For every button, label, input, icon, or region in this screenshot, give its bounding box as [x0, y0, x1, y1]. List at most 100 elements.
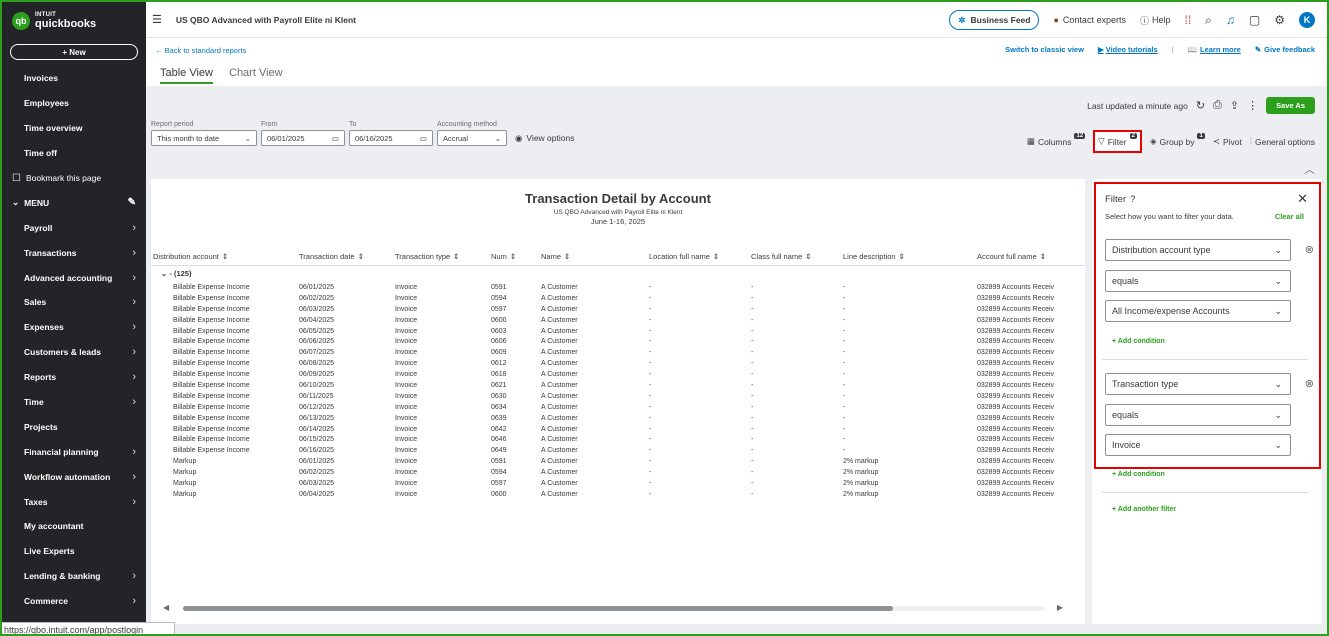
menu-toggle-icon[interactable]: ☰ — [152, 13, 162, 26]
calendar-icon[interactable]: ▭ — [332, 134, 339, 143]
sort-icon[interactable]: ⇕ — [564, 252, 570, 261]
table-cell[interactable]: 0649 — [491, 447, 507, 454]
table-row[interactable]: Billable Expense Income 06/07/2025 Invoice… — [151, 348, 1085, 359]
sidebar-item-advanced-accounting[interactable]: Advanced accounting › — [2, 265, 146, 290]
sidebar-item-my-accountant[interactable]: My accountant — [2, 514, 146, 539]
table-row[interactable]: Markup 06/01/2025 Invoice 0591 A Customer - - 2… — [151, 457, 1085, 468]
sort-icon[interactable]: ⇕ — [713, 252, 719, 261]
sort-icon[interactable]: ⇕ — [222, 252, 228, 261]
export-icon[interactable]: ⇪ — [1230, 99, 1239, 112]
sort-icon[interactable]: ⇕ — [453, 252, 459, 261]
table-row[interactable]: Billable Expense Income 06/15/2025 Invoice… — [151, 435, 1085, 446]
sidebar-item-customers-leads[interactable]: Customers & leads › — [2, 340, 146, 365]
learn-more-link[interactable]: 📖 Learn more — [1188, 45, 1241, 54]
table-cell[interactable]: 0634 — [491, 404, 507, 411]
table-cell[interactable]: 0591 — [491, 284, 507, 291]
table-row[interactable]: Markup 06/04/2025 Invoice 0600 A Customer - - 2… — [151, 490, 1085, 501]
sidebar-item-time[interactable]: Time › — [2, 390, 146, 415]
table-row[interactable]: Billable Expense Income 06/11/2025 Invoice… — [151, 392, 1085, 403]
column-header-account-full-name[interactable]: Account full name ⇕ — [977, 252, 1046, 261]
sidebar-item-workflow-automation[interactable]: Workflow automation › — [2, 464, 146, 489]
scroll-thumb[interactable] — [183, 606, 893, 611]
column-header-transaction-date[interactable]: Transaction date ⇕ — [299, 252, 364, 261]
menu-header[interactable]: ⌄ MENU ✎ — [2, 190, 146, 215]
help-button[interactable]: ⓘ Help — [1140, 14, 1171, 27]
classic-view-link[interactable]: Switch to classic view — [1005, 45, 1084, 54]
refresh-icon[interactable]: ↻ — [1196, 99, 1205, 112]
sidebar-item-time-overview[interactable]: Time overview — [2, 116, 146, 141]
pencil-icon[interactable]: ✎ — [128, 197, 136, 208]
general-options-button[interactable]: ⫶ General options — [1250, 136, 1315, 147]
sidebar-item-sales[interactable]: Sales › — [2, 290, 146, 315]
horizontal-scrollbar[interactable]: ◀ ▶ — [163, 603, 1063, 612]
table-row[interactable]: Billable Expense Income 06/04/2025 Invoice… — [151, 316, 1085, 327]
table-row[interactable]: Billable Expense Income 06/09/2025 Invoice… — [151, 370, 1085, 381]
scroll-right-icon[interactable]: ▶ — [1057, 603, 1063, 612]
table-cell[interactable]: 0612 — [491, 360, 507, 367]
table-row[interactable]: Billable Expense Income 06/05/2025 Invoice… — [151, 327, 1085, 338]
table-row[interactable]: Billable Expense Income 06/06/2025 Invoice… — [151, 337, 1085, 348]
column-header-name[interactable]: Name ⇕ — [541, 252, 570, 261]
clipboard-icon[interactable]: ▢ — [1249, 13, 1260, 27]
sidebar-item-reports[interactable]: Reports › — [2, 365, 146, 390]
table-cell[interactable]: 0600 — [491, 317, 507, 324]
table-row[interactable]: Billable Expense Income 06/02/2025 Invoice… — [151, 294, 1085, 305]
table-cell[interactable]: 0630 — [491, 393, 507, 400]
quickbooks-logo[interactable]: qb INTUIT quickbooks — [2, 2, 146, 40]
pivot-button[interactable]: ≺ Pivot — [1213, 136, 1242, 147]
table-row[interactable]: Billable Expense Income 06/01/2025 Invoice… — [151, 283, 1085, 294]
table-cell[interactable]: 0609 — [491, 349, 507, 356]
scroll-left-icon[interactable]: ◀ — [163, 603, 169, 612]
tab-chart-view[interactable]: Chart View — [229, 67, 283, 84]
table-row[interactable]: Billable Expense Income 06/16/2025 Invoice… — [151, 446, 1085, 457]
more-options-icon[interactable]: ⋮ — [1247, 99, 1258, 112]
sidebar-item-invoices[interactable]: Invoices — [2, 66, 146, 91]
video-tutorials-link[interactable]: ▶ Video tutorials — [1098, 45, 1158, 54]
column-header-transaction-type[interactable]: Transaction type ⇕ — [395, 252, 459, 261]
table-cell[interactable]: 0597 — [491, 306, 507, 313]
column-header-class-full-name[interactable]: Class full name ⇕ — [751, 252, 812, 261]
sort-icon[interactable]: ⇕ — [1040, 252, 1046, 261]
table-row[interactable]: Billable Expense Income 06/03/2025 Invoice… — [151, 305, 1085, 316]
table-cell[interactable]: 0618 — [491, 371, 507, 378]
table-row[interactable]: Markup 06/03/2025 Invoice 0597 A Customer - - 2… — [151, 479, 1085, 490]
table-row[interactable]: Billable Expense Income 06/10/2025 Invoice… — [151, 381, 1085, 392]
sidebar-item-employees[interactable]: Employees — [2, 91, 146, 116]
table-cell[interactable]: 0621 — [491, 382, 507, 389]
user-avatar[interactable]: K — [1299, 12, 1315, 28]
contact-experts-link[interactable]: ● Contact experts — [1053, 15, 1125, 25]
column-header-line-description[interactable]: Line description ⇕ — [843, 252, 905, 261]
table-row[interactable]: Markup 06/02/2025 Invoice 0594 A Customer - - 2… — [151, 468, 1085, 479]
group-by-button[interactable]: ◈ Group by 1 — [1150, 132, 1205, 147]
table-row[interactable]: Billable Expense Income 06/08/2025 Invoice… — [151, 359, 1085, 370]
column-header-location-full-name[interactable]: Location full name ⇕ — [649, 252, 719, 261]
table-cell[interactable]: 0600 — [491, 491, 507, 498]
sidebar-item-time-off[interactable]: Time off — [2, 141, 146, 166]
table-row[interactable]: Billable Expense Income 06/12/2025 Invoice… — [151, 403, 1085, 414]
gear-icon[interactable]: ⚙ — [1274, 13, 1285, 27]
sidebar-item-live-experts[interactable]: Live Experts — [2, 539, 146, 564]
filter-button[interactable]: ▽ Filter 2 — [1093, 130, 1142, 153]
search-icon[interactable]: ⌕ — [1205, 13, 1212, 28]
table-row[interactable]: Billable Expense Income 06/14/2025 Invoice… — [151, 425, 1085, 436]
sort-icon[interactable]: ⇕ — [805, 252, 811, 261]
add-condition-link[interactable]: + Add condition — [1112, 471, 1165, 478]
sort-icon[interactable]: ⇕ — [358, 252, 364, 261]
sort-icon[interactable]: ⇕ — [510, 252, 516, 261]
table-cell[interactable]: 0642 — [491, 426, 507, 433]
add-another-filter-link[interactable]: + Add another filter — [1112, 506, 1176, 513]
save-as-button[interactable]: Save As — [1266, 97, 1315, 114]
from-date-input[interactable]: 06/01/2025 ▭ — [261, 130, 345, 146]
give-feedback-link[interactable]: ✎ Give feedback — [1255, 45, 1315, 54]
sort-icon[interactable]: ⇕ — [899, 252, 905, 261]
column-header-distribution-account[interactable]: Distribution account ⇕ — [153, 252, 228, 261]
table-row[interactable]: Billable Expense Income 06/13/2025 Invoice… — [151, 414, 1085, 425]
tab-table-view[interactable]: Table View — [160, 67, 213, 84]
table-cell[interactable]: 0597 — [491, 480, 507, 487]
report-period-select[interactable]: This month to date ⌄ — [151, 130, 257, 146]
table-cell[interactable]: 0591 — [491, 458, 507, 465]
table-cell[interactable]: 0603 — [491, 328, 507, 335]
bookmark-page[interactable]: ☐ Bookmark this page — [2, 166, 146, 191]
sidebar-item-projects[interactable]: Projects — [2, 414, 146, 439]
sidebar-item-taxes[interactable]: Taxes › — [2, 489, 146, 514]
